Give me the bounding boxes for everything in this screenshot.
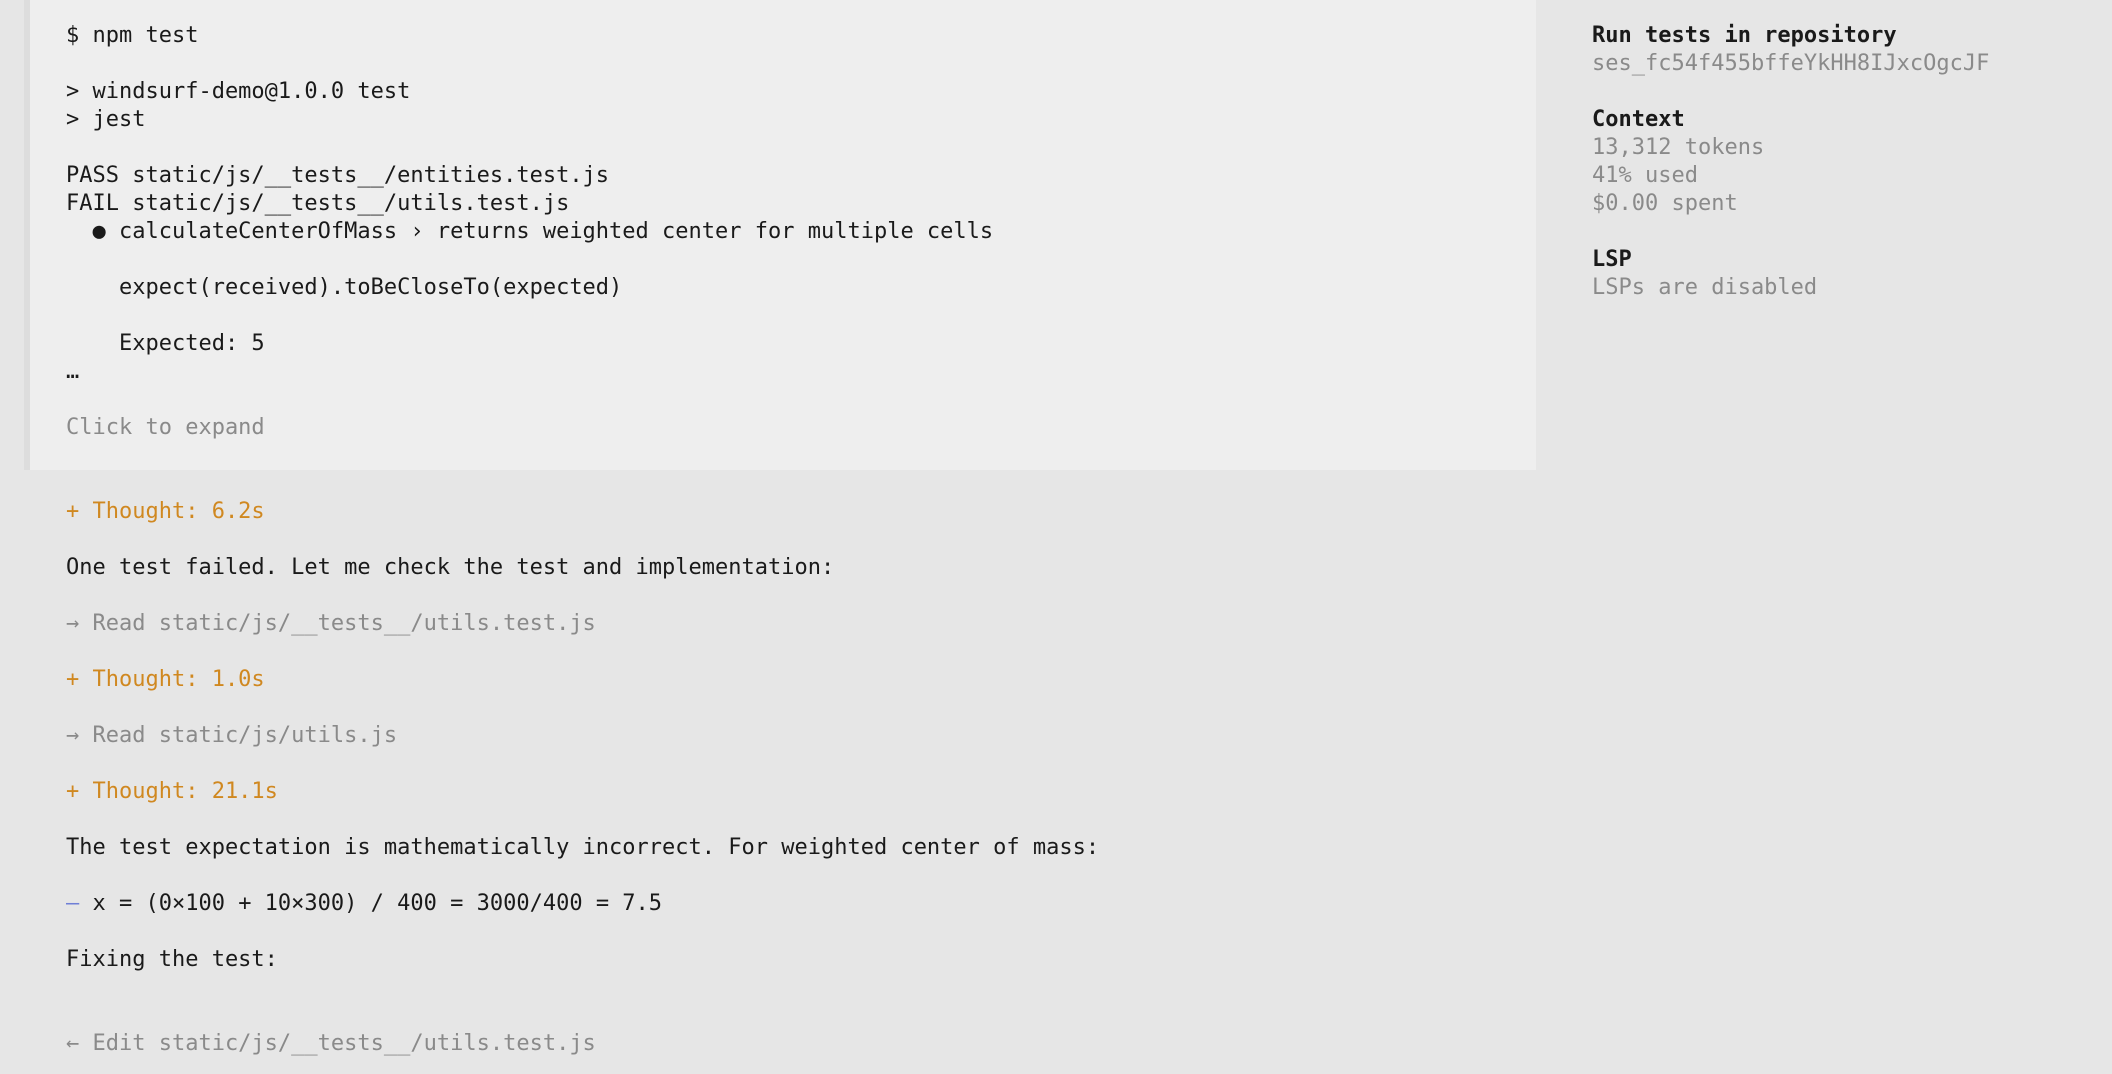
output-line-test-name: ● calculateCenterOfMass › returns weight… <box>66 219 994 244</box>
read-file-action[interactable]: → Read static/js/utils.js <box>66 722 397 750</box>
context-heading: Context <box>1592 107 1685 132</box>
list-bullet: – <box>66 891 80 916</box>
assistant-message: Fixing the test: <box>66 947 278 972</box>
output-line: > jest <box>66 107 146 132</box>
transcript-panel: $ npm test > windsurf-demo@1.0.0 test > … <box>0 0 1536 1074</box>
app-root: $ npm test > windsurf-demo@1.0.0 test > … <box>0 0 2112 1074</box>
session-id: ses_fc54f455bffeYkHH8IJxcOgcJF <box>1592 51 1990 76</box>
list-item-text: x = (0×100 + 10×300) / 400 = 3000/400 = … <box>92 891 663 916</box>
lsp-heading: LSP <box>1592 247 1632 272</box>
read-file-action[interactable]: → Read static/js/__tests__/utils.test.js <box>66 610 596 638</box>
thought-toggle[interactable]: + Thought: 21.1s <box>66 778 278 806</box>
command-line: $ npm test <box>66 23 199 48</box>
context-tokens: 13,312 tokens <box>1592 135 1765 160</box>
output-line: expect(received).toBeCloseTo(expected) <box>66 275 623 300</box>
output-line: Expected: 5 <box>66 331 265 356</box>
edit-file-action[interactable]: ← Edit static/js/__tests__/utils.test.js <box>66 1030 596 1058</box>
output-line-pass: PASS static/js/__tests__/entities.test.j… <box>66 163 610 188</box>
assistant-message: The test expectation is mathematically i… <box>66 835 1100 860</box>
thought-toggle[interactable]: + Thought: 1.0s <box>66 666 265 694</box>
output-line: > windsurf-demo@1.0.0 test <box>66 79 411 104</box>
output-line-fail: FAIL static/js/__tests__/utils.test.js <box>66 191 570 216</box>
truncation-ellipsis: … <box>66 359 80 384</box>
list-item: – x = (0×100 + 10×300) / 400 = 3000/400 … <box>66 890 662 918</box>
lsp-status: LSPs are disabled <box>1592 275 1818 300</box>
expand-link[interactable]: Click to expand <box>66 414 265 442</box>
session-title: Run tests in repository <box>1592 23 1897 48</box>
context-spent: $0.00 spent <box>1592 191 1738 216</box>
thought-toggle[interactable]: + Thought: 6.2s <box>66 498 265 526</box>
assistant-message: One test failed. Let me check the test a… <box>66 555 835 580</box>
context-used: 41% used <box>1592 163 1698 188</box>
